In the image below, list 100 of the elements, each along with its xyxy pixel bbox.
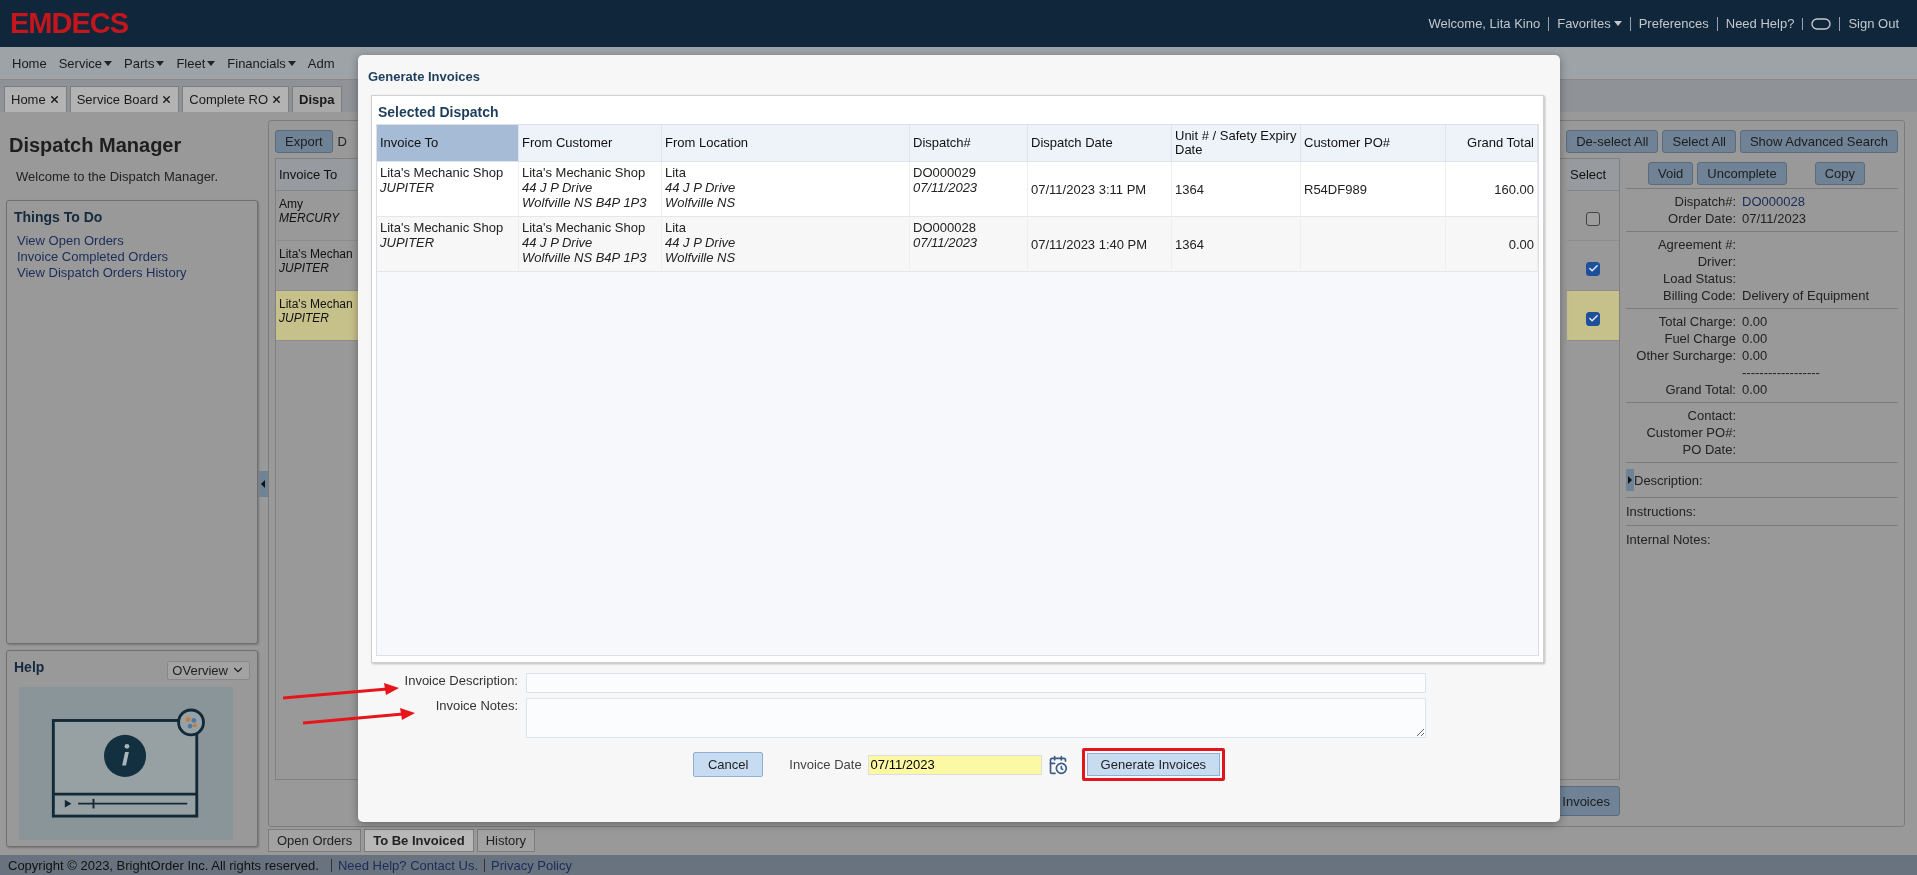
section-title: Selected Dispatch xyxy=(377,103,500,122)
task-link[interactable]: View Open Orders xyxy=(14,233,250,249)
menu-item[interactable]: Financials xyxy=(221,55,302,71)
table-cell: 1364 xyxy=(1172,162,1301,217)
collapse-handle-icon[interactable] xyxy=(258,470,268,497)
copyright-text: Copyright © 2023, BrightOrder Inc. All rights reserved. xyxy=(8,857,319,873)
table-cell: Lita 44 J P Drive Wolfville NS xyxy=(662,162,910,217)
favorites-menu[interactable]: Favorites xyxy=(1548,16,1630,31)
column-header[interactable]: From Customer xyxy=(519,125,662,162)
location-text: JUPITER xyxy=(279,261,329,275)
tab[interactable]: Dispa xyxy=(292,86,342,112)
column-header[interactable]: From Location xyxy=(662,125,910,162)
dispatch-link[interactable]: DO000028 xyxy=(1742,193,1898,210)
header-link[interactable]: Sign Out xyxy=(1839,16,1907,31)
table-cell: Lita 44 J P Drive Wolfville NS xyxy=(662,217,910,272)
table-cell: Lita's Mechanic Shop 44 J P Drive Wolfville NS B4P 1P3 xyxy=(519,217,662,272)
grid-cell[interactable]: Lita's Mechan JUPITER xyxy=(276,291,358,341)
bottom-tab[interactable]: History xyxy=(476,829,536,852)
column-header[interactable]: Select xyxy=(1567,159,1619,191)
checkbox[interactable] xyxy=(1586,311,1600,326)
table-cell: 160.00 xyxy=(1446,162,1538,217)
welcome-text: Welcome, Lita Kino xyxy=(1427,16,1542,31)
action-button[interactable]: Copy xyxy=(1814,161,1866,185)
detail-label: Contact: xyxy=(1686,407,1736,424)
detail-label: Load Status: xyxy=(1662,270,1736,287)
detail-label: Description: xyxy=(1634,472,1703,488)
table-cell: 0.00 xyxy=(1446,217,1538,272)
detail-value: 0.00 xyxy=(1742,313,1769,330)
generate-invoices-button[interactable]: Generate Invoices xyxy=(1081,748,1226,781)
action-button[interactable]: Void xyxy=(1648,161,1694,185)
column-header[interactable]: Dispatch# xyxy=(910,125,1028,162)
column-header[interactable]: Grand Total xyxy=(1446,125,1538,162)
caret-icon xyxy=(104,60,113,66)
detail-label: Instructions: xyxy=(1626,504,1697,519)
menu-item[interactable]: Parts xyxy=(118,55,171,71)
topic-dropdown[interactable]: OVerview xyxy=(167,660,250,680)
detail-label: Agreement #: xyxy=(1656,236,1736,253)
toolbar-button[interactable]: De-select All xyxy=(1566,129,1659,153)
detail-label: Order Date: xyxy=(1667,210,1736,227)
cancel-button[interactable]: Cancel xyxy=(692,752,764,777)
detail-value: 0.00 xyxy=(1742,347,1769,364)
action-button[interactable]: Uncomplete xyxy=(1697,161,1787,185)
task-link[interactable]: Invoice Completed Orders xyxy=(14,249,250,265)
caret-icon xyxy=(156,60,165,66)
detail-label: Total Charge: xyxy=(1657,313,1736,330)
toolbar-button[interactable]: Select All xyxy=(1662,129,1736,153)
tab[interactable]: Home xyxy=(4,86,67,112)
field-label: Invoice Date xyxy=(789,757,862,772)
header-link[interactable]: Preferences xyxy=(1629,16,1717,31)
task-link[interactable]: View Dispatch Orders History xyxy=(14,265,250,281)
date-field[interactable]: 07/11/2023 xyxy=(867,754,1042,775)
checkbox[interactable] xyxy=(1586,211,1600,226)
column-header[interactable]: Customer PO# xyxy=(1301,125,1446,162)
column-header[interactable]: Invoice To xyxy=(276,159,358,191)
bottom-tab[interactable]: Open Orders xyxy=(268,829,362,852)
close-icon[interactable] xyxy=(161,94,173,105)
toggle-icon[interactable] xyxy=(1811,17,1832,30)
detail-label: Customer PO#: xyxy=(1645,424,1736,441)
table-cell: 1364 xyxy=(1172,217,1301,272)
table-cell: DO000029 07/11/2023 xyxy=(910,162,1028,217)
tab[interactable]: Complete RO xyxy=(182,86,290,112)
notes-field[interactable] xyxy=(526,698,1426,738)
menu-item[interactable]: Adm xyxy=(301,55,341,71)
bottom-tab[interactable]: To Be Invoiced xyxy=(364,829,474,852)
close-icon[interactable] xyxy=(271,94,283,105)
close-icon[interactable] xyxy=(48,94,60,105)
column-header[interactable]: Invoice To xyxy=(377,125,519,162)
menu-item[interactable]: Fleet xyxy=(170,55,222,71)
detail-value: 0.00 xyxy=(1742,330,1769,347)
input-field[interactable] xyxy=(526,673,1426,693)
customer-name: Lita's Mechan xyxy=(279,247,353,261)
detail-label: Grand Total: xyxy=(1664,381,1736,398)
dialog-title: Generate Invoices xyxy=(368,67,481,86)
detail-label: PO Date: xyxy=(1681,441,1736,458)
toolbar-button[interactable]: Show Advanced Search xyxy=(1739,129,1898,153)
table-cell: Lita's Mechanic Shop JUPITER xyxy=(377,162,519,217)
table-cell: Lita's Mechanic Shop 44 J P Drive Wolfville NS B4P 1P3 xyxy=(519,162,662,217)
detail-label: Dispatch#: xyxy=(1673,193,1736,210)
table-cell: DO000028 07/11/2023 xyxy=(910,217,1028,272)
menu-item[interactable]: Home xyxy=(6,55,53,71)
table-cell: R54DF989 xyxy=(1301,162,1446,217)
header-link[interactable]: Need Help? xyxy=(1716,16,1803,31)
detail-value: 07/11/2023 xyxy=(1742,210,1808,227)
calendar-icon[interactable] xyxy=(1047,754,1068,775)
panel-title: Help xyxy=(14,659,45,675)
panel-title: Things To Do xyxy=(14,209,104,225)
expand-handle-icon[interactable] xyxy=(1626,469,1634,491)
caret-icon xyxy=(287,60,296,66)
detail-value: 0.00 xyxy=(1742,381,1769,398)
checkbox[interactable] xyxy=(1586,261,1600,276)
field-label: Invoice Description: xyxy=(403,673,518,690)
detail-label: Internal Notes: xyxy=(1626,532,1711,547)
export-button[interactable]: Export xyxy=(275,129,333,153)
column-header[interactable]: Dispatch Date xyxy=(1028,125,1172,162)
welcome-text: Welcome to the Dispatch Manager. xyxy=(15,169,220,186)
column-header[interactable]: Unit # / Safety Expiry Date xyxy=(1172,125,1301,162)
field-label: Invoice Notes: xyxy=(434,698,518,715)
tab[interactable]: Service Board xyxy=(69,86,180,112)
customer-name: Lita's Mechan xyxy=(279,297,353,311)
menu-item[interactable]: Service xyxy=(52,55,119,71)
